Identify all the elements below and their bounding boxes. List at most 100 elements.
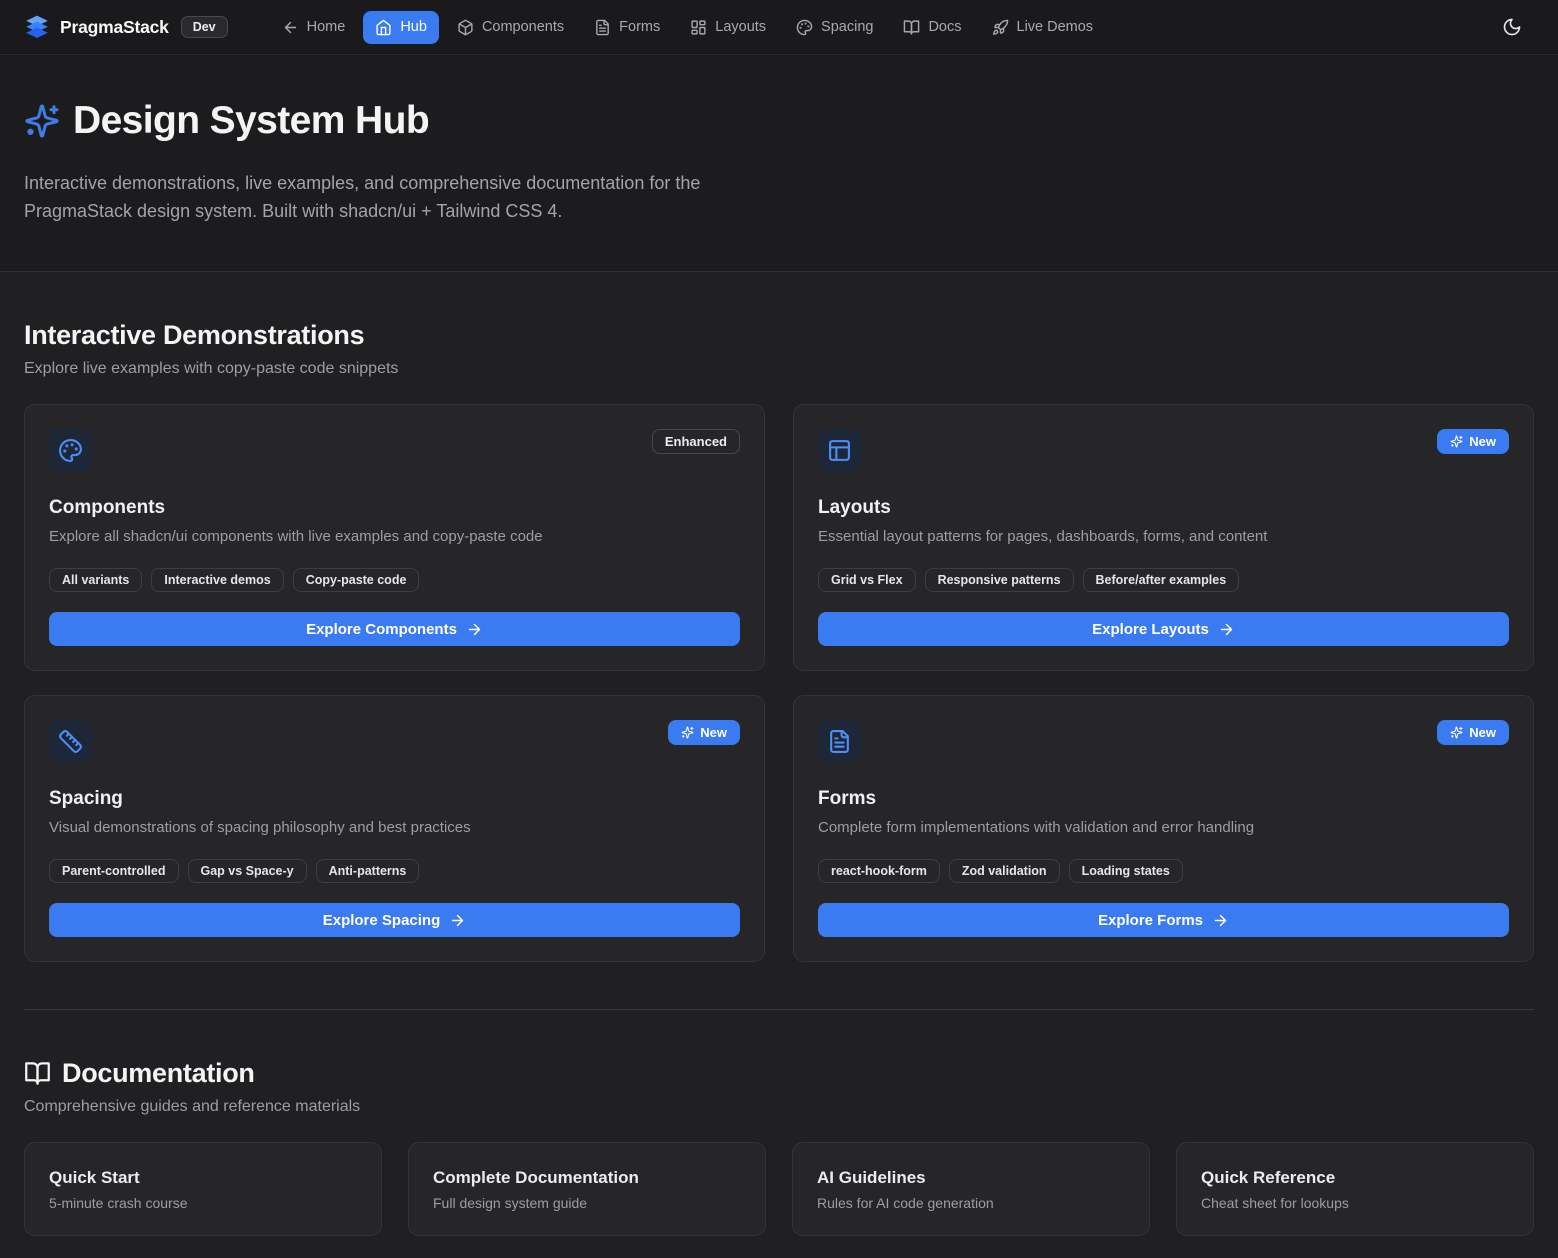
ruler-icon: [49, 720, 92, 763]
doc-card-complete-documentation[interactable]: Complete Documentation Full design syste…: [408, 1142, 766, 1236]
nav-item-label: Home: [307, 19, 346, 35]
badge-label: New: [700, 725, 727, 740]
nav-item-label: Layouts: [715, 19, 766, 35]
tag: Copy-paste code: [293, 568, 420, 592]
brand[interactable]: PragmaStack Dev: [24, 14, 228, 40]
explore-forms-button[interactable]: Explore Forms: [818, 903, 1509, 937]
palette-icon: [796, 19, 813, 36]
button-label: Explore Components: [306, 621, 457, 638]
card-description: Explore all shadcn/ui components with li…: [49, 528, 740, 545]
main-content: Interactive Demonstrations Explore live …: [0, 320, 1558, 1258]
nav-item-docs[interactable]: Docs: [891, 11, 973, 44]
section-divider: [24, 1009, 1534, 1010]
badge-label: New: [1469, 434, 1496, 449]
palette-icon: [49, 429, 92, 472]
card-title: Forms: [818, 788, 1509, 810]
tag: Before/after examples: [1083, 568, 1240, 592]
nav-item-label: Spacing: [821, 19, 873, 35]
new-badge: New: [668, 720, 740, 745]
card-description: Complete form implementations with valid…: [818, 819, 1509, 836]
home-icon: [375, 19, 392, 36]
explore-components-button[interactable]: Explore Components: [49, 612, 740, 646]
theme-toggle-button[interactable]: [1494, 9, 1530, 45]
demos-subheading: Explore live examples with copy-paste co…: [24, 360, 1534, 378]
doc-card-quick-reference[interactable]: Quick Reference Cheat sheet for lookups: [1176, 1142, 1534, 1236]
page-title: Design System Hub: [73, 99, 429, 143]
nav-item-label: Hub: [400, 19, 427, 35]
arrow-right-icon: [1218, 621, 1235, 638]
sparkles-icon: [1450, 726, 1463, 739]
tag: Loading states: [1069, 859, 1183, 883]
tag: Grid vs Flex: [818, 568, 916, 592]
new-badge: New: [1437, 429, 1509, 454]
tag: All variants: [49, 568, 142, 592]
nav-item-label: Live Demos: [1017, 19, 1094, 35]
layout-dashboard-icon: [690, 19, 707, 36]
doc-card-title: AI Guidelines: [817, 1168, 1125, 1188]
doc-card-quick-start[interactable]: Quick Start 5-minute crash course: [24, 1142, 382, 1236]
demo-grid: Enhanced Components Explore all shadcn/u…: [24, 404, 1534, 962]
moon-icon: [1502, 17, 1522, 37]
tag: Gap vs Space-y: [188, 859, 307, 883]
tag-list: All variants Interactive demos Copy-past…: [49, 568, 740, 592]
docs-grid: Quick Start 5-minute crash course Comple…: [24, 1142, 1534, 1236]
layers-logo-icon: [24, 14, 50, 40]
doc-card-description: 5-minute crash course: [49, 1195, 357, 1211]
doc-card-title: Complete Documentation: [433, 1168, 741, 1188]
demo-card-spacing[interactable]: New Spacing Visual demonstrations of spa…: [24, 695, 765, 962]
book-open-icon: [24, 1060, 51, 1087]
button-label: Explore Forms: [1098, 912, 1203, 929]
explore-layouts-button[interactable]: Explore Layouts: [818, 612, 1509, 646]
card-description: Essential layout patterns for pages, das…: [818, 528, 1509, 545]
demo-card-layouts[interactable]: New Layouts Essential layout patterns fo…: [793, 404, 1534, 671]
page-subtitle: Interactive demonstrations, live example…: [24, 169, 784, 225]
demos-heading: Interactive Demonstrations: [24, 320, 364, 351]
box-icon: [457, 19, 474, 36]
card-title: Layouts: [818, 497, 1509, 519]
arrow-right-icon: [466, 621, 483, 638]
file-text-icon: [594, 19, 611, 36]
nav-item-label: Docs: [928, 19, 961, 35]
brand-name: PragmaStack: [60, 17, 169, 38]
badge-label: New: [1469, 725, 1496, 740]
card-description: Visual demonstrations of spacing philoso…: [49, 819, 740, 836]
nav-item-live-demos[interactable]: Live Demos: [980, 11, 1106, 44]
tag: Anti-patterns: [316, 859, 420, 883]
tag-list: react-hook-form Zod validation Loading s…: [818, 859, 1509, 883]
card-title: Components: [49, 497, 740, 519]
doc-card-description: Full design system guide: [433, 1195, 741, 1211]
arrow-left-icon: [282, 19, 299, 36]
doc-card-title: Quick Reference: [1201, 1168, 1509, 1188]
nav-item-home[interactable]: Home: [270, 11, 358, 44]
tag: Zod validation: [949, 859, 1060, 883]
doc-card-description: Cheat sheet for lookups: [1201, 1195, 1509, 1211]
nav-item-spacing[interactable]: Spacing: [784, 11, 885, 44]
button-label: Explore Layouts: [1092, 621, 1209, 638]
nav-item-layouts[interactable]: Layouts: [678, 11, 778, 44]
enhanced-badge: Enhanced: [652, 429, 740, 454]
docs-subheading: Comprehensive guides and reference mater…: [24, 1098, 1534, 1116]
sparkles-icon: [24, 103, 60, 139]
new-badge: New: [1437, 720, 1509, 745]
card-title: Spacing: [49, 788, 740, 810]
nav-item-hub[interactable]: Hub: [363, 11, 439, 44]
arrow-right-icon: [1212, 912, 1229, 929]
arrow-right-icon: [449, 912, 466, 929]
sparkles-icon: [1450, 435, 1463, 448]
nav-item-label: Components: [482, 19, 564, 35]
doc-card-title: Quick Start: [49, 1168, 357, 1188]
dev-badge: Dev: [181, 16, 228, 38]
panels-top-left-icon: [818, 429, 861, 472]
nav-item-forms[interactable]: Forms: [582, 11, 672, 44]
demo-card-forms[interactable]: New Forms Complete form implementations …: [793, 695, 1534, 962]
nav-item-label: Forms: [619, 19, 660, 35]
book-open-icon: [903, 19, 920, 36]
navbar: PragmaStack Dev Home Hub Components: [0, 0, 1558, 55]
nav-items: Home Hub Components Forms: [270, 11, 1105, 44]
demo-card-components[interactable]: Enhanced Components Explore all shadcn/u…: [24, 404, 765, 671]
sparkles-icon: [681, 726, 694, 739]
explore-spacing-button[interactable]: Explore Spacing: [49, 903, 740, 937]
nav-item-components[interactable]: Components: [445, 11, 576, 44]
rocket-icon: [992, 19, 1009, 36]
doc-card-ai-guidelines[interactable]: AI Guidelines Rules for AI code generati…: [792, 1142, 1150, 1236]
